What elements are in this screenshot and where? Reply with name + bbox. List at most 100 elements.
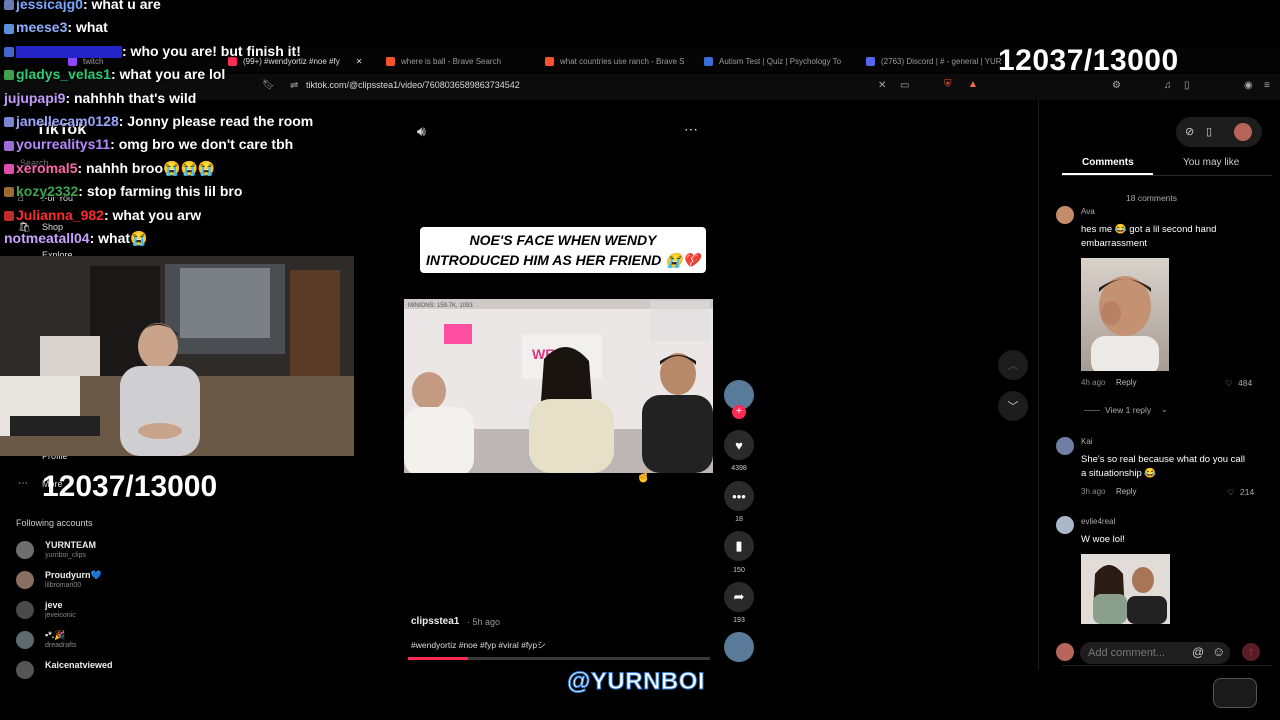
comment-image[interactable] — [1081, 554, 1170, 624]
following-name[interactable]: ▪︎*.🎉 — [45, 630, 65, 641]
heart-outline-icon[interactable]: ♡ — [1227, 487, 1235, 498]
tab-label: what countries use ranch - Brave S — [560, 56, 685, 66]
chat-username[interactable]: jujupapi9 — [4, 90, 65, 106]
tracking-off-icon[interactable]: ✕ — [878, 80, 886, 91]
video-player[interactable]: MINIONS: 159.7K, 1093 WEND — [404, 299, 713, 473]
mention-icon[interactable]: @ — [1192, 645, 1204, 659]
comment-user[interactable]: Kai — [1081, 437, 1093, 446]
chat-badge-icon — [4, 23, 14, 34]
video-author[interactable]: clipsstea1 — [411, 616, 459, 627]
sub-goal-counter-left: 12037/13000 — [42, 470, 218, 503]
following-name[interactable]: jeve — [45, 600, 63, 610]
music-icon[interactable]: ♫ — [1164, 80, 1172, 91]
video-hashtags[interactable]: #wendyortiz #noe #fyp #viral #fypシ — [411, 639, 546, 651]
more-options-icon[interactable]: ⋯ — [684, 121, 698, 138]
following-name[interactable]: YURNTEAM — [45, 540, 96, 550]
tab-comments[interactable]: Comments — [1082, 157, 1134, 168]
reply-button[interactable]: Reply — [1116, 378, 1136, 387]
chat-username[interactable]: janellecam0128 — [16, 113, 119, 129]
comment-image-scene — [1081, 554, 1170, 624]
comment-avatar[interactable] — [1056, 437, 1074, 455]
browser-tab[interactable]: (2763) Discord | # - general | YUR — [866, 52, 1002, 70]
following-handle: dreadrafts — [45, 642, 77, 649]
device-icon[interactable]: ▯ — [1206, 125, 1212, 138]
comment-user[interactable]: evlie4real — [1081, 517, 1115, 526]
reply-button[interactable]: Reply — [1116, 487, 1136, 496]
cast-icon[interactable]: ▭ — [900, 80, 909, 91]
chat-text: : who you are! but finish it! — [122, 42, 301, 59]
video-progress-track[interactable] — [408, 657, 710, 660]
emoji-icon[interactable]: ☺ — [1212, 644, 1225, 659]
sidebar-toggle-icon[interactable]: ▯ — [1184, 80, 1190, 91]
browser-tab[interactable]: Autism Test | Quiz | Psychology To — [704, 52, 841, 70]
post-comment-button[interactable]: ↑ — [1242, 643, 1260, 661]
tab-divider — [1062, 175, 1272, 176]
comment-button[interactable]: ••• — [724, 481, 754, 511]
chat-username[interactable]: meese3 — [16, 19, 67, 35]
save-button[interactable]: ▮ — [724, 531, 754, 561]
tab-favicon-icon — [866, 56, 875, 66]
add-comment-input[interactable]: Add comment... — [1088, 647, 1165, 659]
chat-username[interactable]: yourrealitys11 — [16, 136, 110, 152]
browser-tab[interactable]: what countries use ranch - Brave S — [545, 52, 685, 70]
like-count: 4398 — [731, 465, 747, 472]
comment-image[interactable] — [1081, 258, 1169, 371]
tab-you-may-like[interactable]: You may like — [1183, 157, 1239, 168]
channel-logo — [1213, 678, 1257, 708]
chat-username[interactable]: Julianna_982 — [16, 207, 104, 223]
volume-icon[interactable]: 🔊︎ — [417, 123, 426, 140]
chat-badge-icon — [4, 187, 14, 198]
following-avatar[interactable] — [16, 631, 34, 649]
tab-favicon-icon — [704, 56, 713, 66]
sub-goal-counter: 12037/13000 — [998, 44, 1179, 77]
music-disc-avatar[interactable] — [724, 632, 754, 662]
following-avatar[interactable] — [16, 661, 34, 679]
chat-username[interactable]: xeromal5 — [16, 160, 77, 176]
view-replies-button[interactable]: View 1 reply — [1105, 405, 1151, 415]
comment-avatar[interactable] — [1056, 206, 1074, 224]
chevron-down-icon: ⌄ — [1161, 405, 1168, 414]
extensions-icon[interactable]: ⚙ — [1112, 80, 1121, 91]
brave-shield-icon[interactable]: ⛨ — [944, 79, 952, 90]
channel-watermark: @YURNBOI — [566, 668, 706, 696]
chat-badge-icon — [4, 70, 14, 81]
bookmark-icon[interactable]: 🔖︎ — [262, 80, 275, 91]
video-time: · 5h ago — [467, 617, 501, 627]
share-button[interactable]: ➦ — [724, 582, 754, 612]
comment-time: 4h ago — [1081, 378, 1106, 387]
user-avatar[interactable] — [1234, 123, 1252, 141]
following-name[interactable]: Kaicenatviewed — [45, 660, 113, 670]
chat-username[interactable] — [16, 46, 122, 59]
url-input[interactable]: tiktok.com/@clipsstea1/video/76080365898… — [306, 80, 520, 90]
input-divider — [1062, 665, 1272, 666]
chat-username[interactable]: jessicajg0 — [16, 0, 83, 12]
following-avatar[interactable] — [16, 571, 34, 589]
comment-time: 3h ago — [1081, 487, 1106, 496]
share-count: 193 — [733, 617, 745, 624]
browser-tab[interactable]: where is ball - Brave Search — [386, 52, 501, 70]
chat-text: : omg bro we don't care tbh — [110, 136, 294, 153]
heart-outline-icon[interactable]: ♡ — [1225, 378, 1233, 389]
comment-avatar[interactable] — [1056, 516, 1074, 534]
chat-username[interactable]: gladys_velas1 — [16, 66, 111, 82]
following-name[interactable]: Proudyurn💙 — [45, 570, 102, 581]
brave-rewards-icon[interactable]: ▲ — [968, 79, 978, 90]
reply-divider — [1084, 410, 1100, 411]
chat-username[interactable]: notmeatall04 — [4, 230, 90, 246]
compass-icon[interactable]: ⊘ — [1185, 125, 1194, 138]
mouse-cursor-icon: ☝ — [636, 469, 651, 483]
chat-username[interactable]: kozy2332 — [16, 183, 78, 199]
close-tab-icon[interactable]: ✕ — [356, 57, 363, 66]
profile-icon[interactable]: ◉ — [1244, 80, 1253, 91]
menu-icon[interactable]: ≡ — [1264, 80, 1270, 91]
chevron-down-icon: ﹀ — [1007, 401, 1019, 413]
comment-user[interactable]: Ava — [1081, 207, 1095, 216]
video-caption: NOE'S FACE WHEN WENDY INTRODUCED HIM AS … — [420, 227, 706, 273]
following-avatar[interactable] — [16, 601, 34, 619]
next-video-button[interactable]: ﹀ — [998, 391, 1028, 421]
site-info-icon[interactable]: ⇌ — [290, 80, 298, 91]
follow-plus-icon[interactable]: + — [732, 405, 746, 419]
following-avatar[interactable] — [16, 541, 34, 559]
prev-video-button[interactable]: ︿ — [998, 350, 1028, 380]
like-button[interactable]: ♥ — [724, 430, 754, 460]
